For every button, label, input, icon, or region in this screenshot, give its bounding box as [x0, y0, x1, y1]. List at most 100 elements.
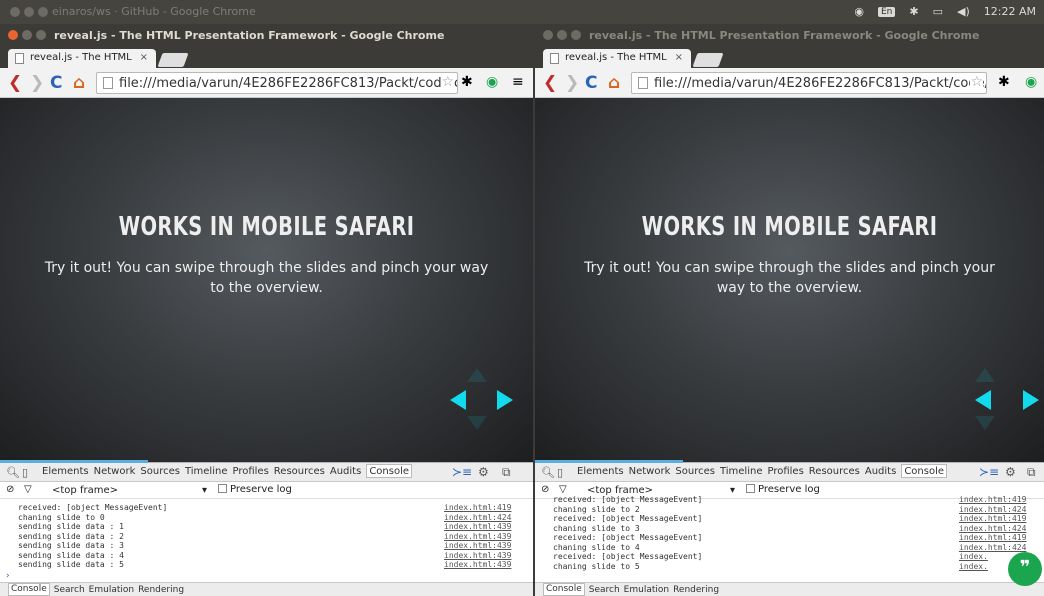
- nav-left-arrow[interactable]: [450, 390, 466, 410]
- window-titlebar[interactable]: reveal.js - The HTML Presentation Framew…: [0, 24, 533, 46]
- window-controls[interactable]: [543, 30, 585, 43]
- minimize-window-button[interactable]: [557, 30, 567, 40]
- preserve-log-checkbox[interactable]: Preserve log: [218, 484, 292, 495]
- window-controls[interactable]: [8, 30, 50, 43]
- devtools-tab-profiles[interactable]: Profiles: [767, 466, 803, 478]
- nav-left-arrow[interactable]: [975, 390, 991, 410]
- maximize-window-button[interactable]: [36, 30, 46, 40]
- devtools-tab-network[interactable]: Network: [94, 466, 136, 478]
- drawer-toggle-icon[interactable]: ≻≡: [452, 465, 472, 479]
- drawer-tab-emulation[interactable]: Emulation: [89, 585, 134, 596]
- console-prompt[interactable]: ›: [6, 571, 10, 581]
- reveal-slide[interactable]: WORKS IN MOBILE SAFARI Try it out! You c…: [0, 98, 533, 462]
- maximize-window-button[interactable]: [571, 30, 581, 40]
- drawer-tab-rendering[interactable]: Rendering: [138, 585, 184, 596]
- window-titlebar[interactable]: reveal.js - The HTML Presentation Framew…: [535, 24, 1044, 46]
- devtools-tab-resources[interactable]: Resources: [809, 466, 860, 478]
- extension-icon[interactable]: ✱: [998, 74, 1010, 90]
- home-button[interactable]: ⌂: [73, 73, 85, 93]
- address-bar[interactable]: file:///media/varun/4E286FE2286FC813/Pac…: [96, 72, 458, 94]
- close-window-button[interactable]: [543, 30, 553, 40]
- back-button[interactable]: ❮: [8, 73, 22, 93]
- back-button[interactable]: ❮: [543, 73, 557, 93]
- devtools-tab-elements[interactable]: Elements: [577, 466, 624, 478]
- log-source-link[interactable]: index.html:439: [444, 522, 511, 531]
- device-mode-icon[interactable]: ▯: [22, 466, 28, 479]
- devtools-tab-timeline[interactable]: Timeline: [185, 466, 228, 478]
- reveal-slide[interactable]: WORKS IN MOBILE SAFARI Try it out! You c…: [535, 98, 1044, 462]
- drawer-tab-console[interactable]: Console: [543, 583, 585, 596]
- bookmark-star-icon[interactable]: ☆: [441, 74, 454, 90]
- drawer-toggle-icon[interactable]: ≻≡: [979, 465, 999, 479]
- nav-right-arrow[interactable]: [497, 390, 513, 410]
- filter-icon[interactable]: ▽: [559, 484, 567, 495]
- log-source-link[interactable]: index.html:439: [444, 551, 511, 560]
- devtools-tab-console[interactable]: Console: [366, 464, 413, 478]
- nav-right-arrow[interactable]: [1023, 390, 1039, 410]
- devtools-tab-network[interactable]: Network: [629, 466, 671, 478]
- menu-icon[interactable]: ≡: [512, 74, 524, 90]
- home-button[interactable]: ⌂: [608, 73, 620, 93]
- browser-tab[interactable]: reveal.js - The HTML ×: [543, 49, 691, 68]
- minimize-window-button[interactable]: [22, 30, 32, 40]
- devtools-tab-audits[interactable]: Audits: [865, 466, 896, 478]
- clock[interactable]: 12:22 AM: [984, 5, 1036, 18]
- log-source-link[interactable]: index.html:424: [444, 513, 511, 522]
- log-source-link[interactable]: index.html:419: [444, 503, 511, 512]
- browser-tab[interactable]: reveal.js - The HTML ×: [8, 49, 156, 68]
- keyboard-layout-indicator[interactable]: En: [878, 6, 896, 17]
- drawer-tab-console[interactable]: Console: [8, 583, 50, 596]
- devtools-tab-sources[interactable]: Sources: [675, 466, 715, 478]
- filter-icon[interactable]: ▽: [24, 484, 32, 495]
- dock-icon[interactable]: ⧉: [502, 465, 511, 480]
- devtools-tab-resources[interactable]: Resources: [274, 466, 325, 478]
- chevron-down-icon[interactable]: ▾: [202, 485, 207, 496]
- drawer-tab-search[interactable]: Search: [54, 585, 85, 596]
- clear-console-icon[interactable]: ⊘: [6, 484, 14, 495]
- extension-green-icon[interactable]: ◉: [486, 74, 498, 90]
- forward-button[interactable]: ❯: [30, 73, 44, 93]
- devtools-tab-audits[interactable]: Audits: [330, 466, 361, 478]
- search-icon[interactable]: 🔍︎: [6, 466, 20, 479]
- frame-selector[interactable]: <top frame>: [52, 485, 118, 496]
- bookmark-star-icon[interactable]: ☆: [970, 74, 983, 90]
- volume-icon[interactable]: ◀︎): [957, 5, 970, 18]
- clear-console-icon[interactable]: ⊘: [541, 484, 549, 495]
- log-source-link[interactable]: index.: [959, 552, 988, 561]
- log-source-link[interactable]: index.html:439: [444, 532, 511, 541]
- extension-icon[interactable]: ✱: [461, 74, 473, 90]
- forward-button[interactable]: ❯: [565, 73, 579, 93]
- device-mode-icon[interactable]: ▯: [557, 466, 563, 479]
- log-source-link[interactable]: index.html:424: [959, 543, 1026, 552]
- log-source-link[interactable]: index.html:419: [959, 514, 1026, 523]
- reload-button[interactable]: C: [50, 73, 62, 93]
- tab-close-icon[interactable]: ×: [140, 52, 148, 63]
- nav-down-arrow[interactable]: [975, 416, 995, 430]
- drawer-tab-search[interactable]: Search: [589, 585, 620, 596]
- chat-fab-button[interactable]: ❞: [1008, 552, 1042, 586]
- devtools-tab-sources[interactable]: Sources: [140, 466, 180, 478]
- reload-button[interactable]: C: [585, 73, 597, 93]
- nav-down-arrow[interactable]: [467, 416, 487, 430]
- preserve-log-checkbox[interactable]: Preserve log: [746, 484, 820, 495]
- devtools-tab-profiles[interactable]: Profiles: [232, 466, 268, 478]
- drawer-tab-emulation[interactable]: Emulation: [624, 585, 669, 596]
- drawer-tab-rendering[interactable]: Rendering: [673, 585, 719, 596]
- settings-gear-icon[interactable]: ⚙: [1005, 465, 1016, 479]
- close-window-button[interactable]: [8, 30, 18, 40]
- address-bar[interactable]: file:///media/varun/4E286FE2286FC813/Pac…: [631, 72, 987, 94]
- log-source-link[interactable]: index.html:424: [959, 524, 1026, 533]
- new-tab-button[interactable]: [692, 53, 724, 67]
- devtools-tab-console[interactable]: Console: [901, 464, 948, 478]
- settings-gear-icon[interactable]: ⚙: [478, 465, 489, 479]
- tab-close-icon[interactable]: ×: [675, 52, 683, 63]
- wifi-icon[interactable]: ◉: [854, 5, 864, 18]
- log-source-link[interactable]: index.html:424: [959, 505, 1026, 514]
- devtools-tab-elements[interactable]: Elements: [42, 466, 89, 478]
- dock-icon[interactable]: ⧉: [1027, 465, 1036, 480]
- log-source-link[interactable]: index.html:439: [444, 560, 511, 569]
- log-source-link[interactable]: index.html:419: [959, 495, 1026, 504]
- new-tab-button[interactable]: [157, 53, 189, 67]
- log-source-link[interactable]: index.html:419: [959, 533, 1026, 542]
- search-icon[interactable]: 🔍︎: [541, 466, 555, 479]
